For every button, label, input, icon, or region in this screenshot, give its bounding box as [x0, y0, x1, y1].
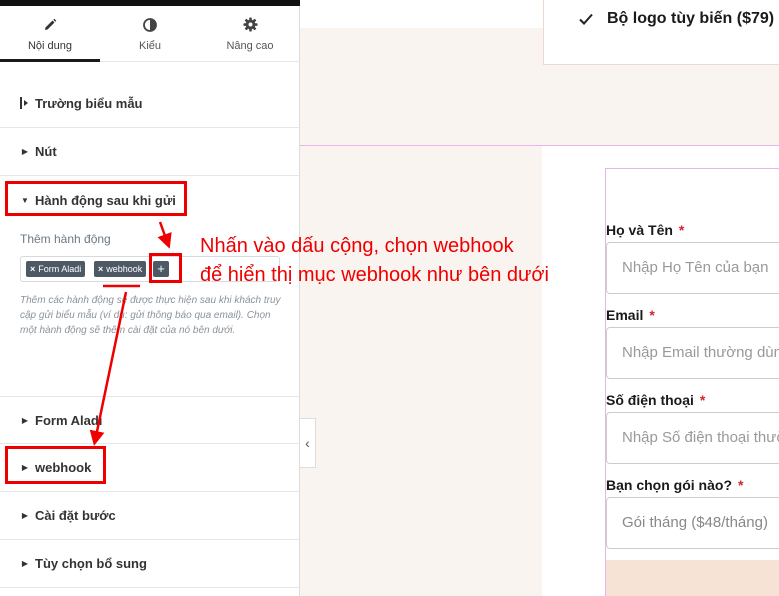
highlight-box-webhook-section [5, 446, 106, 484]
instruction-annotation: Nhấn vào dấu cộng, chọn webhook để hiển … [200, 232, 549, 290]
required-mark: * [699, 392, 706, 408]
tab-content[interactable]: Nội dung [0, 6, 100, 62]
remove-tag-icon[interactable]: × [30, 264, 35, 274]
field-label-package-text: Bạn chọn gói nào? [606, 477, 732, 493]
caret-right-icon: ▶ [21, 511, 29, 520]
section-button-label: Nút [35, 144, 57, 159]
highlight-box-add-button [149, 253, 182, 283]
form-submit-area [606, 560, 779, 596]
section-additional-options-label: Tùy chọn bổ sung [35, 556, 147, 571]
required-mark: * [678, 222, 685, 238]
section-form-aladi-label: Form Aladi [35, 412, 103, 428]
tab-content-label: Nội dung [27, 39, 73, 52]
section-form-fields-label: Trường biểu mẫu [35, 96, 143, 111]
field-label-phone-text: Số điện thoại [606, 392, 694, 408]
name-input[interactable]: Nhập Họ Tên của bạn [606, 242, 779, 294]
actions-help-text: Thêm các hành động sẽ được thực hiện sau… [20, 295, 281, 336]
phone-input[interactable]: Nhập Số điện thoại thường dùng [606, 412, 779, 464]
caret-right-icon: ▶ [21, 147, 29, 156]
feature-text: Bộ logo tùy biến ($79) [607, 10, 775, 27]
tab-advanced[interactable]: Nâng cao [200, 6, 300, 61]
tag-form-aladi-label: Form Aladi [38, 264, 82, 274]
section-form-fields[interactable]: Trường biểu mẫu [0, 80, 300, 128]
tab-advanced-label: Nâng cao [226, 39, 274, 52]
tab-style[interactable]: Kiểu [100, 6, 200, 61]
chevron-left-icon: ‹ [305, 435, 310, 451]
section-form-aladi[interactable]: ▶ Form Aladi [0, 396, 300, 444]
caret-right-icon: ▶ [21, 415, 29, 425]
tag-webhook-label: webhook [106, 264, 143, 274]
collapse-panel-button[interactable]: ‹ [300, 418, 316, 468]
field-label-package: Bạn chọn gói nào? * [606, 477, 743, 493]
tab-style-label: Kiểu [138, 39, 162, 52]
panel-tabs: Nội dung Kiểu Nâng cao [0, 6, 300, 62]
field-label-name-text: Họ và Tên [606, 222, 673, 238]
package-select[interactable]: Gói tháng ($48/tháng) [606, 497, 779, 549]
field-label-email: Email * [606, 307, 655, 323]
field-label-name: Họ và Tên * [606, 222, 684, 238]
check-icon [578, 11, 594, 32]
tag-webhook[interactable]: × webhook [94, 261, 147, 277]
annotation-line-2: để hiển thị mục webhook như bên dưới [200, 264, 549, 286]
section-button[interactable]: ▶ Nút [0, 128, 300, 176]
pencil-icon [43, 16, 57, 34]
field-label-email-text: Email [606, 307, 644, 323]
half-circle-icon [143, 16, 157, 34]
required-mark: * [649, 307, 655, 323]
editor-panel: Nội dung Kiểu Nâng cao Trường biểu mẫu ▶… [0, 0, 300, 596]
email-input[interactable]: Nhập Email thường dùng [606, 327, 779, 379]
gear-icon [242, 16, 258, 34]
add-actions-label: Thêm hành động [20, 232, 111, 246]
caret-bar-icon [20, 97, 22, 109]
canvas-left-column [300, 146, 542, 596]
feature-card: Bộ logo tùy biến ($79) [543, 0, 779, 65]
section-step-settings[interactable]: ▶ Cài đặt bước [0, 492, 300, 540]
highlight-box-actions-section [5, 181, 187, 216]
field-label-phone: Số điện thoại * [606, 392, 705, 408]
section-step-settings-label: Cài đặt bước [35, 508, 116, 523]
annotation-line-1: Nhấn vào dấu cộng, chọn webhook [200, 235, 514, 257]
tag-form-aladi[interactable]: × Form Aladi [26, 261, 86, 277]
remove-tag-icon[interactable]: × [98, 264, 103, 274]
caret-right-icon [24, 100, 28, 106]
section-additional-options[interactable]: ▶ Tùy chọn bổ sung [0, 540, 300, 588]
caret-right-icon: ▶ [21, 559, 29, 568]
required-mark: * [738, 477, 744, 493]
preview-canvas: Bộ logo tùy biến ($79) Họ và Tên * Nhập H… [300, 0, 779, 596]
